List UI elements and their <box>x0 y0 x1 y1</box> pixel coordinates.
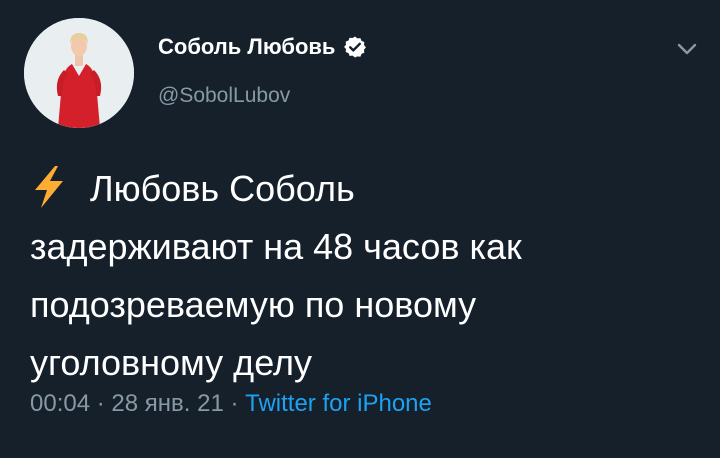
tweet-source-link[interactable]: Twitter for iPhone <box>245 390 432 417</box>
tweet-card: Соболь Любовь @SobolLubov Любовь Соболь … <box>0 0 720 458</box>
high-voltage-icon <box>30 165 68 209</box>
profile-photo-icon <box>24 18 134 128</box>
meta-separator: · <box>90 390 112 417</box>
author-name-row[interactable]: Соболь Любовь <box>158 32 367 62</box>
author-handle[interactable]: @SobolLubov <box>158 84 290 108</box>
tweet-line: задерживают на 48 часов как <box>30 226 522 267</box>
avatar[interactable] <box>24 18 134 128</box>
tweet-line: Любовь Соболь <box>30 160 700 218</box>
meta-separator: · <box>223 390 246 417</box>
author-display-name[interactable]: Соболь Любовь <box>158 34 335 60</box>
tweet-date[interactable]: 28 янв. 21 <box>111 390 223 417</box>
tweet-line: подозреваемую по новому <box>30 284 477 325</box>
tweet-time[interactable]: 00:04 <box>30 390 90 417</box>
tweet-meta: 00:04 · 28 янв. 21 · Twitter for iPhone <box>30 390 432 418</box>
tweet-line: уголовному делу <box>30 342 313 383</box>
chevron-down-icon <box>677 43 697 55</box>
tweet-text: Любовь Соболь задерживают на 48 часов ка… <box>30 160 700 392</box>
tweet-line-text: Любовь Соболь <box>90 168 355 209</box>
tweet-menu-button[interactable] <box>672 36 702 62</box>
verified-badge-icon <box>343 35 367 59</box>
